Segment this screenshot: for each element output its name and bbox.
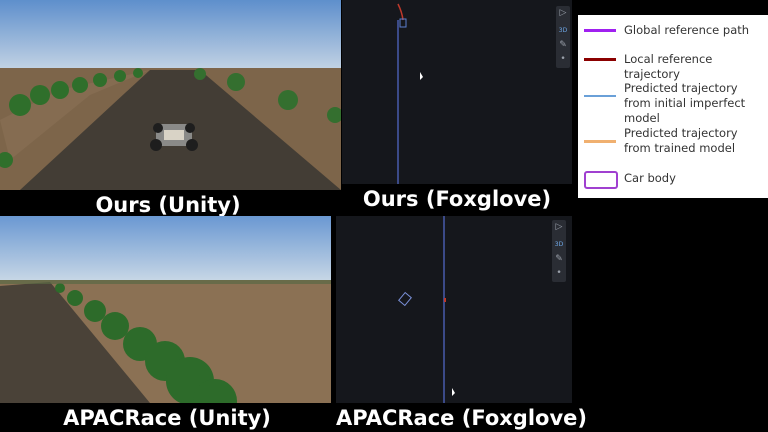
- dot-icon[interactable]: •: [554, 268, 564, 278]
- apacrace-foxglove-view: ▷ 3D ✎ •: [336, 216, 572, 403]
- sky: [0, 0, 341, 70]
- caption-ours-unity: Ours (Unity): [95, 193, 241, 217]
- caption-ours-foxglove: Ours (Foxglove): [362, 187, 552, 211]
- 3d-icon[interactable]: 3D: [554, 240, 564, 250]
- apacrace-foxglove-canvas: [398, 216, 455, 403]
- legend-item-initial-model-trajectory: Predicted trajectory from initial imperf…: [578, 80, 768, 125]
- local-trajectory-line: [444, 298, 446, 302]
- legend-swatch: [584, 58, 616, 61]
- legend-swatch: [584, 140, 616, 143]
- foxglove-toolbar: ▷ 3D ✎ •: [556, 6, 570, 68]
- legend-item-trained-model-trajectory: Predicted trajectory from trained model: [578, 125, 768, 161]
- legend-label: Predicted trajectory from trained model: [624, 126, 738, 155]
- car-body-box: [399, 18, 407, 28]
- legend-item-car-body: Car body: [578, 169, 768, 191]
- ours-unity-scene: [0, 0, 341, 190]
- legend-swatch: [584, 95, 616, 97]
- ours-unity-view: [0, 0, 341, 190]
- sky: [0, 216, 331, 282]
- legend-label: Car body: [624, 171, 676, 185]
- ruler-icon[interactable]: ✎: [554, 254, 564, 264]
- legend-panel: Global reference path Local reference tr…: [578, 15, 768, 198]
- foxglove-toolbar: ▷ 3D ✎ •: [552, 220, 566, 282]
- legend-label: Predicted trajectory from initial imperf…: [624, 81, 746, 125]
- ruler-icon[interactable]: ✎: [558, 40, 568, 50]
- legend-swatch: [584, 29, 616, 32]
- caption-apacrace-unity: APACRace (Unity): [63, 406, 271, 430]
- legend-item-local-reference-trajectory: Local reference trajectory: [578, 50, 768, 81]
- apacrace-unity-view: [0, 216, 331, 403]
- ours-foxglove-view: ▷ 3D ✎ •: [342, 0, 572, 184]
- apacrace-unity-scene: [0, 216, 331, 403]
- car-body-box: [398, 291, 412, 307]
- caption-apacrace-foxglove: APACRace (Foxglove): [336, 406, 587, 430]
- select-icon[interactable]: ▷: [558, 8, 568, 18]
- ours-foxglove-canvas: [397, 3, 423, 184]
- legend-label: Local reference trajectory: [624, 52, 713, 81]
- horizon-vegetation: [0, 280, 331, 284]
- legend-item-global-reference-path: Global reference path: [578, 21, 768, 41]
- select-icon[interactable]: ▷: [554, 222, 564, 232]
- dot-icon[interactable]: •: [558, 54, 568, 64]
- legend-label: Global reference path: [624, 23, 750, 37]
- legend-swatch: [584, 171, 618, 189]
- mouse-cursor-icon: [420, 72, 423, 80]
- mouse-cursor-icon: [452, 388, 455, 396]
- 3d-icon[interactable]: 3D: [558, 26, 568, 36]
- local-trajectory-line: [397, 3, 404, 21]
